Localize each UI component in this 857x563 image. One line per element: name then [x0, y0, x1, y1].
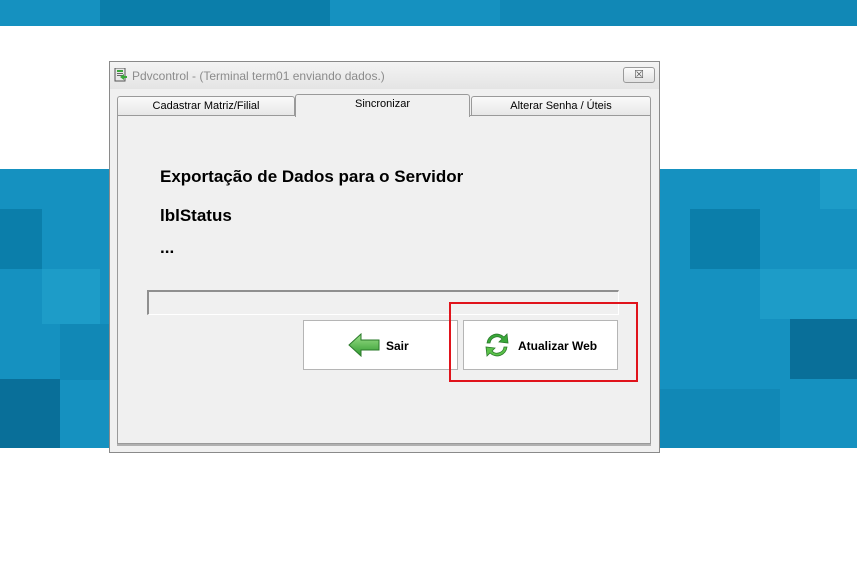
tab-label: Sincronizar — [354, 98, 411, 110]
background-block — [790, 319, 857, 379]
pdvcontrol-dialog: Pdvcontrol - (Terminal term01 enviando d… — [109, 61, 660, 453]
background-block — [100, 0, 330, 26]
green-arrow-left-icon — [348, 333, 380, 357]
desktop-background: Pdvcontrol - (Terminal term01 enviando d… — [0, 0, 857, 563]
panel-bottom-edge — [117, 443, 651, 446]
pdvcontrol-app-icon — [114, 68, 127, 82]
sair-button[interactable]: Sair — [303, 320, 458, 370]
background-block — [0, 209, 42, 269]
status-label: lblStatus — [160, 206, 232, 225]
tab-strip: Cadastrar Matriz/Filial Sincronizar Alte… — [117, 94, 651, 117]
tab-alterar-senha-uteis[interactable]: Alterar Senha / Úteis — [471, 96, 651, 116]
background-block — [820, 169, 857, 209]
export-heading: Exportação de Dados para o Servidor — [160, 167, 464, 186]
background-block — [0, 379, 60, 448]
background-block — [660, 389, 780, 448]
window-title: Pdvcontrol - (Terminal term01 enviando d… — [132, 69, 385, 83]
background-block — [760, 269, 857, 319]
highlight-box — [449, 302, 638, 382]
background-block — [60, 324, 110, 380]
tab-label: Cadastrar Matriz/Filial — [152, 100, 260, 112]
tab-sincronizar[interactable]: Sincronizar — [295, 94, 470, 117]
progress-dots: ... — [160, 238, 175, 257]
title-bar[interactable]: Pdvcontrol - (Terminal term01 enviando d… — [110, 62, 659, 89]
sincronizar-panel: Exportação de Dados para o Servidor lblS… — [117, 115, 651, 444]
sair-label: Sair — [386, 339, 409, 353]
close-button[interactable]: ☒ — [623, 67, 655, 83]
background-block — [500, 0, 857, 26]
background-block — [690, 209, 760, 269]
background-block — [42, 269, 100, 324]
tab-label: Alterar Senha / Úteis — [510, 100, 612, 112]
tab-cadastrar-matriz-filial[interactable]: Cadastrar Matriz/Filial — [117, 96, 295, 116]
